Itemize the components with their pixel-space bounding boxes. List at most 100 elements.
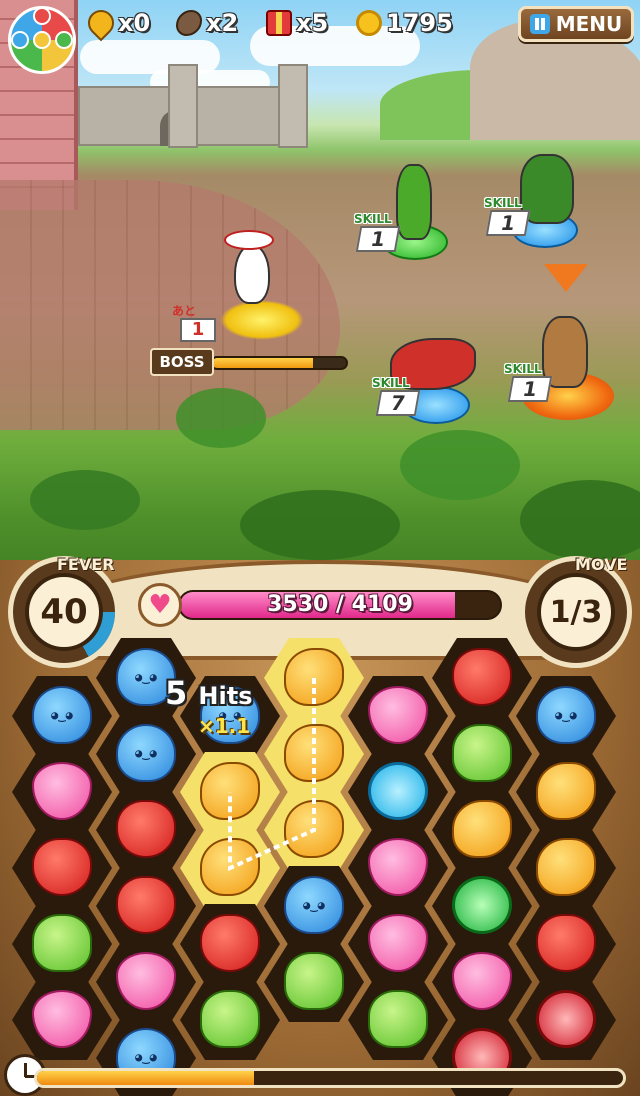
seed-counter: x2 xyxy=(176,8,238,38)
seed-count: x2 xyxy=(206,9,239,37)
piece-face-icon: ◕‿◕ xyxy=(555,708,577,722)
red-puzzle-piece[interactable] xyxy=(200,914,260,972)
coin-icon xyxy=(356,10,382,36)
ato-turns: 1 xyxy=(180,318,216,342)
bush xyxy=(30,470,140,530)
element-cycle-icon[interactable] xyxy=(8,6,76,74)
player-aura xyxy=(220,300,304,340)
boss-label: BOSS xyxy=(150,348,214,376)
combo-hits-number: 5 xyxy=(165,674,188,712)
red-puzzle-piece[interactable] xyxy=(116,800,176,858)
pink-puzzle-piece[interactable] xyxy=(32,990,92,1048)
battlefield: SKILL 1 SKILL 1 SKILL 7 SKILL 1 あと 1 BOS… xyxy=(0,0,640,600)
bush xyxy=(520,480,640,560)
player-body xyxy=(234,244,270,304)
yellow-puzzle-piece[interactable] xyxy=(536,762,596,820)
bush xyxy=(240,490,400,560)
player-fan xyxy=(224,230,274,250)
skill-turns: 1 xyxy=(507,376,553,402)
boss-gauge-track xyxy=(210,356,348,370)
pink-puzzle-piece[interactable] xyxy=(452,952,512,1010)
timer-bar xyxy=(34,1068,626,1088)
bush xyxy=(400,430,520,500)
skill-turns: 7 xyxy=(375,390,421,416)
red-puzzle-piece[interactable] xyxy=(536,914,596,972)
yellow-puzzle-piece[interactable] xyxy=(452,800,512,858)
fever-value: 40 xyxy=(25,573,103,651)
pink-puzzle-piece[interactable] xyxy=(32,762,92,820)
combo-hits-label: Hits xyxy=(198,682,253,710)
skill-label: SKILL xyxy=(484,196,522,210)
drop-count: x0 xyxy=(118,9,151,37)
coin-blue-puzzle-piece[interactable] xyxy=(368,762,428,820)
red-puzzle-piece[interactable] xyxy=(116,876,176,934)
piece-face-icon: ◕‿◕ xyxy=(51,708,73,722)
green-puzzle-piece[interactable] xyxy=(200,990,260,1048)
enemy-body xyxy=(396,164,432,240)
green-puzzle-piece[interactable] xyxy=(284,952,344,1010)
seed-icon xyxy=(176,10,202,36)
yellow-puzzle-piece[interactable] xyxy=(284,648,344,706)
combo-hits: 5 Hits xyxy=(165,674,252,712)
red-puzzle-piece[interactable] xyxy=(452,648,512,706)
piece-face-icon: ◕‿◕ xyxy=(135,1050,157,1064)
coin-count: 1795 xyxy=(386,9,453,37)
skill-label: SKILL xyxy=(372,376,410,390)
pink-puzzle-piece[interactable] xyxy=(368,914,428,972)
treasure-box-counter: x5 xyxy=(266,8,328,38)
piece-face-icon: ◕‿◕ xyxy=(303,898,325,912)
menu-button[interactable]: MENU xyxy=(518,6,634,42)
coin-red-puzzle-piece[interactable] xyxy=(536,990,596,1048)
drop-icon xyxy=(82,4,120,42)
pink-puzzle-piece[interactable] xyxy=(368,838,428,896)
light-element-icon xyxy=(33,31,51,49)
boss-gauge: BOSS xyxy=(150,348,350,376)
green-puzzle-piece[interactable] xyxy=(32,914,92,972)
player-leader xyxy=(210,230,310,350)
combo-multiplier: ×1.1 xyxy=(198,714,251,738)
castle-tower xyxy=(278,64,308,148)
skill-turns: 1 xyxy=(355,226,401,252)
pink-puzzle-piece[interactable] xyxy=(116,952,176,1010)
skill-label: SKILL xyxy=(504,362,542,376)
treasure-box-count: x5 xyxy=(296,9,329,37)
piece-face-icon: ◕‿◕ xyxy=(135,670,157,684)
target-arrow-icon xyxy=(544,264,588,292)
pink-puzzle-piece[interactable] xyxy=(368,686,428,744)
blue-puzzle-piece[interactable]: ◕‿◕ xyxy=(116,724,176,782)
bush xyxy=(176,388,266,448)
heart-icon: ♥ xyxy=(138,583,182,627)
move-gauge: 1/3 MOVE xyxy=(520,555,632,668)
blue-puzzle-piece[interactable]: ◕‿◕ xyxy=(536,686,596,744)
pause-icon xyxy=(529,14,550,34)
skill-label: SKILL xyxy=(354,212,392,226)
water-element-icon xyxy=(11,31,29,49)
yellow-puzzle-piece[interactable] xyxy=(284,800,344,858)
boss-gauge-fill xyxy=(212,358,313,368)
red-puzzle-piece[interactable] xyxy=(32,838,92,896)
green-puzzle-piece[interactable] xyxy=(368,990,428,1048)
castle-tower xyxy=(168,64,198,148)
move-label: MOVE xyxy=(575,555,628,574)
ato-label: あと xyxy=(172,304,197,318)
skill-turns: 1 xyxy=(485,210,531,236)
hp-text: 3530 / 4109 xyxy=(267,592,413,617)
treasure-box-icon xyxy=(266,10,292,36)
blue-puzzle-piece[interactable]: ◕‿◕ xyxy=(32,686,92,744)
yellow-puzzle-piece[interactable] xyxy=(200,838,260,896)
coin-green-puzzle-piece[interactable] xyxy=(452,876,512,934)
yellow-puzzle-piece[interactable] xyxy=(536,838,596,896)
yellow-puzzle-piece[interactable] xyxy=(284,724,344,782)
wood-element-icon xyxy=(55,31,73,49)
menu-label: MENU xyxy=(555,12,623,36)
coin-counter: 1795 xyxy=(356,8,453,38)
hp-bar: 3530 / 4109 ♥ xyxy=(138,583,504,627)
fire-element-icon xyxy=(33,7,51,25)
yellow-puzzle-piece[interactable] xyxy=(200,762,260,820)
piece-face-icon: ◕‿◕ xyxy=(135,746,157,760)
blue-puzzle-piece[interactable]: ◕‿◕ xyxy=(284,876,344,934)
green-puzzle-piece[interactable] xyxy=(452,724,512,782)
drop-counter: x0 xyxy=(82,4,151,42)
fever-gauge: 40 FEVER xyxy=(8,555,120,668)
fever-label: FEVER xyxy=(57,555,115,574)
